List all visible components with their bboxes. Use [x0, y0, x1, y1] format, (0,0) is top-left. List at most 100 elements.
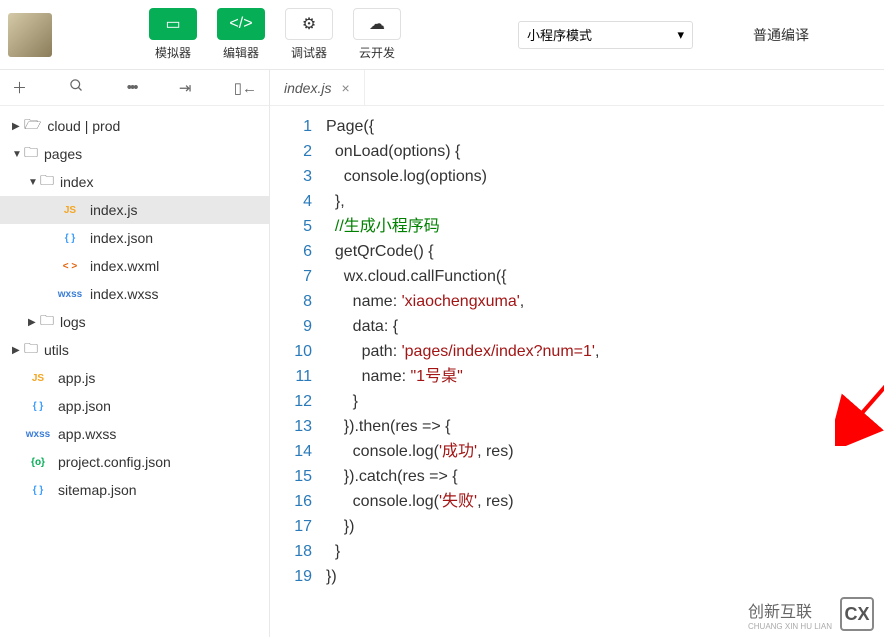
- split-icon[interactable]: ▯←: [234, 79, 257, 97]
- line-number: 15: [270, 464, 312, 489]
- main-area: ＋ ••• ⇥ ▯← ▶🗁cloud | prod ▼🗀pages ▼🗀inde…: [0, 70, 884, 637]
- folder-icon: 🗀: [40, 170, 54, 194]
- folder-icon: 🗀: [40, 310, 54, 334]
- debugger-button[interactable]: ⚙ 调试器: [278, 8, 340, 61]
- cloud-icon: ☁: [353, 8, 401, 40]
- code-editor[interactable]: 1 2 3 4 5 6 7 8 9 10 11 12 13 14 15 16 1…: [270, 106, 884, 637]
- settings-icon: ⚙: [285, 8, 333, 40]
- close-icon[interactable]: ×: [341, 80, 349, 96]
- watermark-logo: CX: [840, 597, 874, 631]
- js-badge-icon: JS: [56, 205, 84, 216]
- wxss-badge-icon: wxss: [56, 289, 84, 300]
- folder-icon: 🗀: [24, 142, 38, 166]
- tree-label: sitemap.json: [58, 482, 137, 498]
- tree-label: index: [60, 174, 93, 190]
- line-number: 7: [270, 264, 312, 289]
- line-number: 9: [270, 314, 312, 339]
- tree-file-app-js[interactable]: JS app.js: [0, 364, 269, 392]
- cloud-button[interactable]: ☁ 云开发: [346, 8, 408, 61]
- tree-label: pages: [44, 146, 82, 162]
- js-badge-icon: JS: [24, 373, 52, 384]
- wxml-badge-icon: < >: [56, 261, 84, 272]
- tree-label: logs: [60, 314, 86, 330]
- debugger-label: 调试器: [291, 44, 327, 61]
- line-number: 16: [270, 489, 312, 514]
- simulator-button[interactable]: ▭ 模拟器: [142, 8, 204, 61]
- tree-folder-pages[interactable]: ▼🗀pages: [0, 140, 269, 168]
- folder-icon: 🗀: [24, 338, 38, 362]
- tree-file-project-config[interactable]: {o} project.config.json: [0, 448, 269, 476]
- tree-file-index-wxml[interactable]: < > index.wxml: [0, 252, 269, 280]
- tree-file-index-js[interactable]: JS index.js: [0, 196, 269, 224]
- tree-label: utils: [44, 342, 69, 358]
- sidebar-toolbar: ＋ ••• ⇥ ▯←: [0, 70, 269, 106]
- folder-cloud-icon: 🗁: [24, 114, 41, 138]
- line-number: 13: [270, 414, 312, 439]
- line-number: 11: [270, 364, 312, 389]
- sidebar: ＋ ••• ⇥ ▯← ▶🗁cloud | prod ▼🗀pages ▼🗀inde…: [0, 70, 270, 637]
- tree-label: index.wxml: [90, 258, 159, 274]
- tree-file-sitemap[interactable]: { } sitemap.json: [0, 476, 269, 504]
- simulator-label: 模拟器: [155, 44, 191, 61]
- file-tree: ▶🗁cloud | prod ▼🗀pages ▼🗀index JSindex.j…: [0, 106, 269, 504]
- json-badge-icon: { }: [24, 485, 52, 496]
- tool-group: ▭ 模拟器 </> 编辑器 ⚙ 调试器 ☁ 云开发: [142, 8, 408, 61]
- tree-file-index-wxss[interactable]: wxss index.wxss: [0, 280, 269, 308]
- mode-select-value: 小程序模式: [527, 25, 592, 44]
- watermark-sub: CHUANG XIN HU LIAN: [748, 622, 832, 631]
- editor-label: 编辑器: [223, 44, 259, 61]
- line-number: 4: [270, 189, 312, 214]
- json-badge-icon: { }: [24, 401, 52, 412]
- more-icon[interactable]: •••: [127, 79, 137, 96]
- watermark-text: 创新互联: [748, 598, 832, 622]
- tree-file-app-json[interactable]: { } app.json: [0, 392, 269, 420]
- tree-label: index.wxss: [90, 286, 158, 302]
- line-number: 17: [270, 514, 312, 539]
- code-content: Page({ onLoad(options) { console.log(opt…: [326, 114, 884, 637]
- line-number: 3: [270, 164, 312, 189]
- tree-label: app.js: [58, 370, 95, 386]
- editor-tabs: index.js ×: [270, 70, 884, 106]
- mode-select[interactable]: 小程序模式 ▾: [518, 21, 693, 49]
- compile-select[interactable]: 普通编译: [753, 25, 809, 45]
- editor-button[interactable]: </> 编辑器: [210, 8, 272, 61]
- chevron-down-icon: ▾: [677, 27, 684, 43]
- collapse-icon[interactable]: ⇥: [179, 79, 192, 97]
- watermark: 创新互联 CHUANG XIN HU LIAN CX: [748, 597, 874, 631]
- tab-label: index.js: [284, 80, 331, 96]
- project-avatar[interactable]: [8, 13, 52, 57]
- tree-file-index-json[interactable]: { } index.json: [0, 224, 269, 252]
- line-number: 10: [270, 339, 312, 364]
- tree-label: cloud | prod: [47, 118, 120, 134]
- tab-index-js[interactable]: index.js ×: [270, 70, 365, 106]
- tree-file-app-wxss[interactable]: wxss app.wxss: [0, 420, 269, 448]
- tree-label: index.js: [90, 202, 137, 218]
- wxss-badge-icon: wxss: [24, 429, 52, 440]
- line-number: 2: [270, 139, 312, 164]
- tree-folder-index[interactable]: ▼🗀index: [0, 168, 269, 196]
- line-gutter: 1 2 3 4 5 6 7 8 9 10 11 12 13 14 15 16 1…: [270, 114, 326, 637]
- line-number: 14: [270, 439, 312, 464]
- config-badge-icon: {o}: [24, 457, 52, 468]
- add-icon[interactable]: ＋: [12, 77, 27, 98]
- line-number: 1: [270, 114, 312, 139]
- phone-icon: ▭: [149, 8, 197, 40]
- cloud-label: 云开发: [359, 44, 395, 61]
- line-number: 8: [270, 289, 312, 314]
- editor-pane: index.js × 1 2 3 4 5 6 7 8 9 10 11 12 13…: [270, 70, 884, 637]
- json-badge-icon: { }: [56, 233, 84, 244]
- tree-label: app.wxss: [58, 426, 116, 442]
- top-toolbar: ▭ 模拟器 </> 编辑器 ⚙ 调试器 ☁ 云开发 小程序模式 ▾ 普通编译: [0, 0, 884, 70]
- tree-folder-cloud[interactable]: ▶🗁cloud | prod: [0, 112, 269, 140]
- line-number: 12: [270, 389, 312, 414]
- tree-label: app.json: [58, 398, 111, 414]
- line-number: 5: [270, 214, 312, 239]
- search-icon[interactable]: [69, 78, 84, 97]
- code-icon: </>: [217, 8, 265, 40]
- tree-label: index.json: [90, 230, 153, 246]
- tree-folder-utils[interactable]: ▶🗀utils: [0, 336, 269, 364]
- line-number: 18: [270, 539, 312, 564]
- line-number: 6: [270, 239, 312, 264]
- tree-label: project.config.json: [58, 454, 171, 470]
- tree-folder-logs[interactable]: ▶🗀logs: [0, 308, 269, 336]
